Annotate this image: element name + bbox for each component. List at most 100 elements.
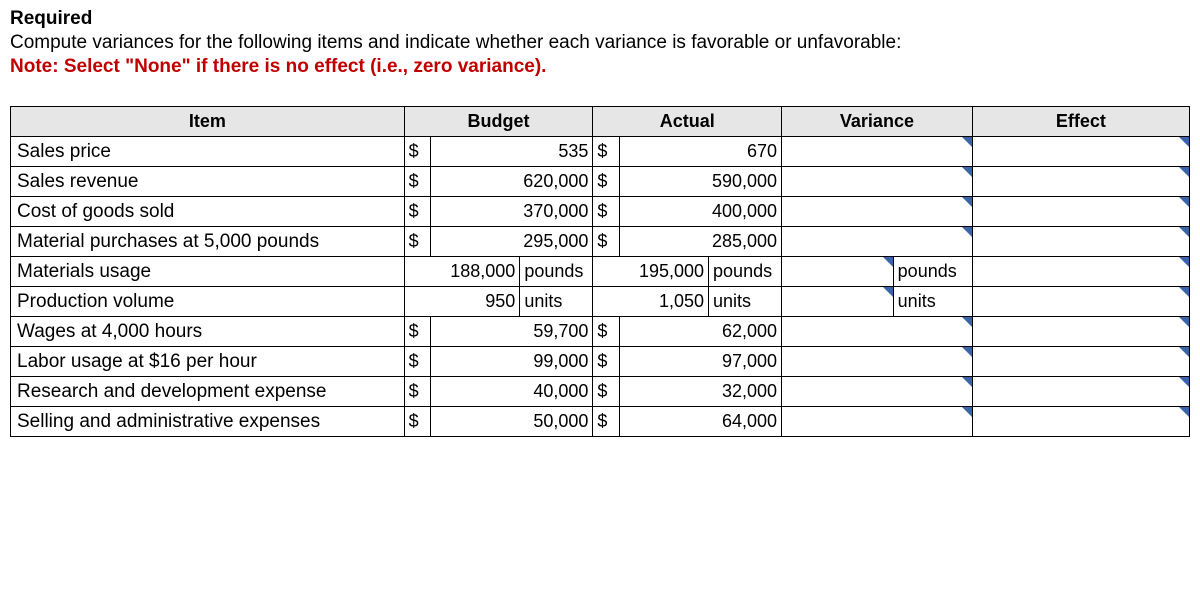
effect-cell[interactable] — [972, 317, 1189, 347]
item-label: Material purchases at 5,000 pounds — [11, 227, 405, 257]
table-row: Sales price$535$670 — [11, 137, 1190, 167]
effect-select[interactable] — [973, 378, 1189, 406]
effect-select[interactable] — [973, 228, 1189, 256]
effect-select[interactable] — [973, 198, 1189, 226]
table-row: Cost of goods sold$370,000$400,000 — [11, 197, 1190, 227]
budget-symbol: $ — [404, 197, 430, 227]
actual-unit: units — [709, 287, 782, 317]
actual-symbol: $ — [593, 137, 619, 167]
budget-value: 99,000 — [431, 347, 593, 377]
variance-input[interactable] — [782, 288, 893, 316]
table-row: Labor usage at $16 per hour$99,000$97,00… — [11, 347, 1190, 377]
budget-value: 59,700 — [431, 317, 593, 347]
variance-input[interactable] — [782, 198, 972, 226]
variance-cell[interactable] — [782, 287, 894, 317]
variance-cell[interactable] — [782, 407, 973, 437]
dropdown-indicator-icon — [883, 287, 893, 297]
effect-cell[interactable] — [972, 347, 1189, 377]
dropdown-indicator-icon — [962, 377, 972, 387]
variance-cell[interactable] — [782, 137, 973, 167]
actual-value: 285,000 — [619, 227, 781, 257]
effect-cell[interactable] — [972, 227, 1189, 257]
actual-value: 670 — [619, 137, 781, 167]
variance-unit: units — [893, 287, 972, 317]
variance-input[interactable] — [782, 378, 972, 406]
variance-input[interactable] — [782, 348, 972, 376]
table-row: Wages at 4,000 hours$59,700$62,000 — [11, 317, 1190, 347]
effect-select[interactable] — [973, 258, 1189, 286]
actual-symbol — [593, 257, 619, 287]
actual-value: 64,000 — [619, 407, 781, 437]
variance-input[interactable] — [782, 408, 972, 436]
variance-input[interactable] — [782, 258, 893, 286]
variance-cell[interactable] — [782, 227, 973, 257]
budget-value: 50,000 — [431, 407, 593, 437]
variance-input[interactable] — [782, 318, 972, 346]
budget-symbol: $ — [404, 167, 430, 197]
effect-cell[interactable] — [972, 287, 1189, 317]
actual-value: 1,050 — [619, 287, 708, 317]
variance-cell[interactable] — [782, 197, 973, 227]
effect-select[interactable] — [973, 288, 1189, 316]
variance-cell[interactable] — [782, 377, 973, 407]
dropdown-indicator-icon — [1179, 197, 1189, 207]
dropdown-indicator-icon — [1179, 287, 1189, 297]
budget-unit: pounds — [520, 257, 593, 287]
variance-input[interactable] — [782, 138, 972, 166]
effect-cell[interactable] — [972, 257, 1189, 287]
dropdown-indicator-icon — [962, 227, 972, 237]
dropdown-indicator-icon — [1179, 407, 1189, 417]
effect-cell[interactable] — [972, 137, 1189, 167]
item-label: Selling and administrative expenses — [11, 407, 405, 437]
header-variance: Variance — [782, 107, 973, 137]
budget-unit: units — [520, 287, 593, 317]
actual-symbol: $ — [593, 167, 619, 197]
note-text: Note: Select "None" if there is no effec… — [10, 56, 1190, 78]
budget-value: 188,000 — [431, 257, 520, 287]
item-label: Cost of goods sold — [11, 197, 405, 227]
dropdown-indicator-icon — [962, 317, 972, 327]
variance-cell[interactable] — [782, 317, 973, 347]
effect-cell[interactable] — [972, 407, 1189, 437]
dropdown-indicator-icon — [1179, 347, 1189, 357]
budget-symbol — [404, 257, 430, 287]
dropdown-indicator-icon — [1179, 257, 1189, 267]
effect-cell[interactable] — [972, 167, 1189, 197]
variance-cell[interactable] — [782, 347, 973, 377]
dropdown-indicator-icon — [883, 257, 893, 267]
actual-value: 62,000 — [619, 317, 781, 347]
actual-symbol: $ — [593, 197, 619, 227]
dropdown-indicator-icon — [962, 407, 972, 417]
effect-select[interactable] — [973, 318, 1189, 346]
header-item: Item — [11, 107, 405, 137]
instruction-text: Compute variances for the following item… — [10, 32, 1190, 54]
actual-symbol: $ — [593, 347, 619, 377]
effect-select[interactable] — [973, 168, 1189, 196]
budget-symbol: $ — [404, 377, 430, 407]
budget-value: 535 — [431, 137, 593, 167]
table-row: Production volume950units1,050unitsunits — [11, 287, 1190, 317]
table-row: Selling and administrative expenses$50,0… — [11, 407, 1190, 437]
item-label: Sales price — [11, 137, 405, 167]
item-label: Sales revenue — [11, 167, 405, 197]
required-heading: Required — [10, 8, 1190, 30]
header-budget: Budget — [404, 107, 593, 137]
actual-symbol — [593, 287, 619, 317]
variance-cell[interactable] — [782, 257, 894, 287]
variance-cell[interactable] — [782, 167, 973, 197]
budget-value: 295,000 — [431, 227, 593, 257]
variance-input[interactable] — [782, 228, 972, 256]
actual-unit: pounds — [709, 257, 782, 287]
effect-select[interactable] — [973, 408, 1189, 436]
actual-symbol: $ — [593, 227, 619, 257]
effect-cell[interactable] — [972, 377, 1189, 407]
actual-value: 195,000 — [619, 257, 708, 287]
variance-input[interactable] — [782, 168, 972, 196]
dropdown-indicator-icon — [1179, 377, 1189, 387]
effect-select[interactable] — [973, 348, 1189, 376]
item-label: Labor usage at $16 per hour — [11, 347, 405, 377]
effect-select[interactable] — [973, 138, 1189, 166]
actual-value: 97,000 — [619, 347, 781, 377]
effect-cell[interactable] — [972, 197, 1189, 227]
header-effect: Effect — [972, 107, 1189, 137]
